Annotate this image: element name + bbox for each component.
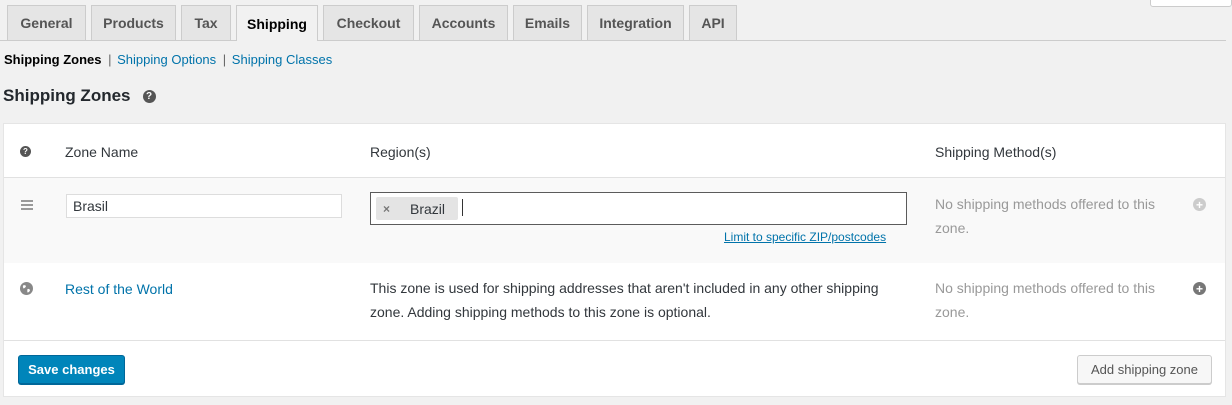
tab-accounts[interactable]: Accounts [419,5,508,40]
limit-zip-postcodes-link[interactable]: Limit to specific ZIP/postcodes [724,230,886,244]
globe-icon [20,282,33,295]
help-icon[interactable]: ? [20,146,31,157]
rest-of-world-description: This zone is used for shipping addresses… [370,280,879,320]
subnav-separator: | [222,52,227,67]
tab-integration[interactable]: Integration [587,5,684,40]
column-header-regions: Region(s) [370,144,431,160]
remove-chip-icon[interactable]: × [383,202,395,216]
tab-shipping[interactable]: Shipping [236,5,318,41]
page-title: Shipping Zones [3,86,131,105]
help-icon[interactable]: ? [142,89,156,103]
region-select[interactable]: × Brazil [370,192,907,225]
text-caret [462,199,463,216]
region-chip: × Brazil [376,197,458,220]
save-changes-button[interactable]: Save changes [18,355,125,384]
tab-tax[interactable]: Tax [181,5,231,40]
column-header-shipping-methods: Shipping Method(s) [935,144,1057,160]
tab-general[interactable]: General [7,5,86,40]
add-shipping-zone-button[interactable]: Add shipping zone [1077,355,1212,384]
tab-api[interactable]: API [689,5,737,40]
table-header: ? Zone Name Region(s) Shipping Method(s) [4,124,1225,178]
shipping-zones-table: ? Zone Name Region(s) Shipping Method(s)… [3,123,1226,397]
settings-tabs: General Products Tax Shipping Checkout A… [0,0,1226,41]
table-row: Brasil × Brazil Limit to specific ZIP/po… [4,178,1225,263]
tab-products[interactable]: Products [91,5,176,40]
drag-handle-icon[interactable] [21,200,33,212]
no-methods-text: No shipping methods offered to this zone… [935,196,1155,236]
shipping-subnav: Shipping Zones | Shipping Options | Ship… [4,52,332,67]
subnav-link-shipping-classes[interactable]: Shipping Classes [232,52,332,67]
rest-of-world-link[interactable]: Rest of the World [65,281,173,297]
page-title-row: Shipping Zones ? [3,86,156,106]
subnav-current-shipping-zones: Shipping Zones [4,52,102,67]
subnav-separator: | [108,52,112,67]
zone-name-input[interactable]: Brasil [66,194,342,218]
tab-emails[interactable]: Emails [513,5,582,40]
table-row: Rest of the World This zone is used for … [4,263,1225,341]
tab-checkout[interactable]: Checkout [323,5,414,40]
region-chip-label: Brazil [410,200,446,217]
table-footer: Save changes Add shipping zone [4,341,1225,396]
no-methods-text: No shipping methods offered to this zone… [935,280,1155,320]
subnav-link-shipping-options[interactable]: Shipping Options [117,52,216,67]
add-method-plus-icon[interactable]: + [1193,282,1206,295]
column-header-zone-name: Zone Name [65,144,139,160]
add-method-plus-icon[interactable]: + [1193,198,1206,211]
